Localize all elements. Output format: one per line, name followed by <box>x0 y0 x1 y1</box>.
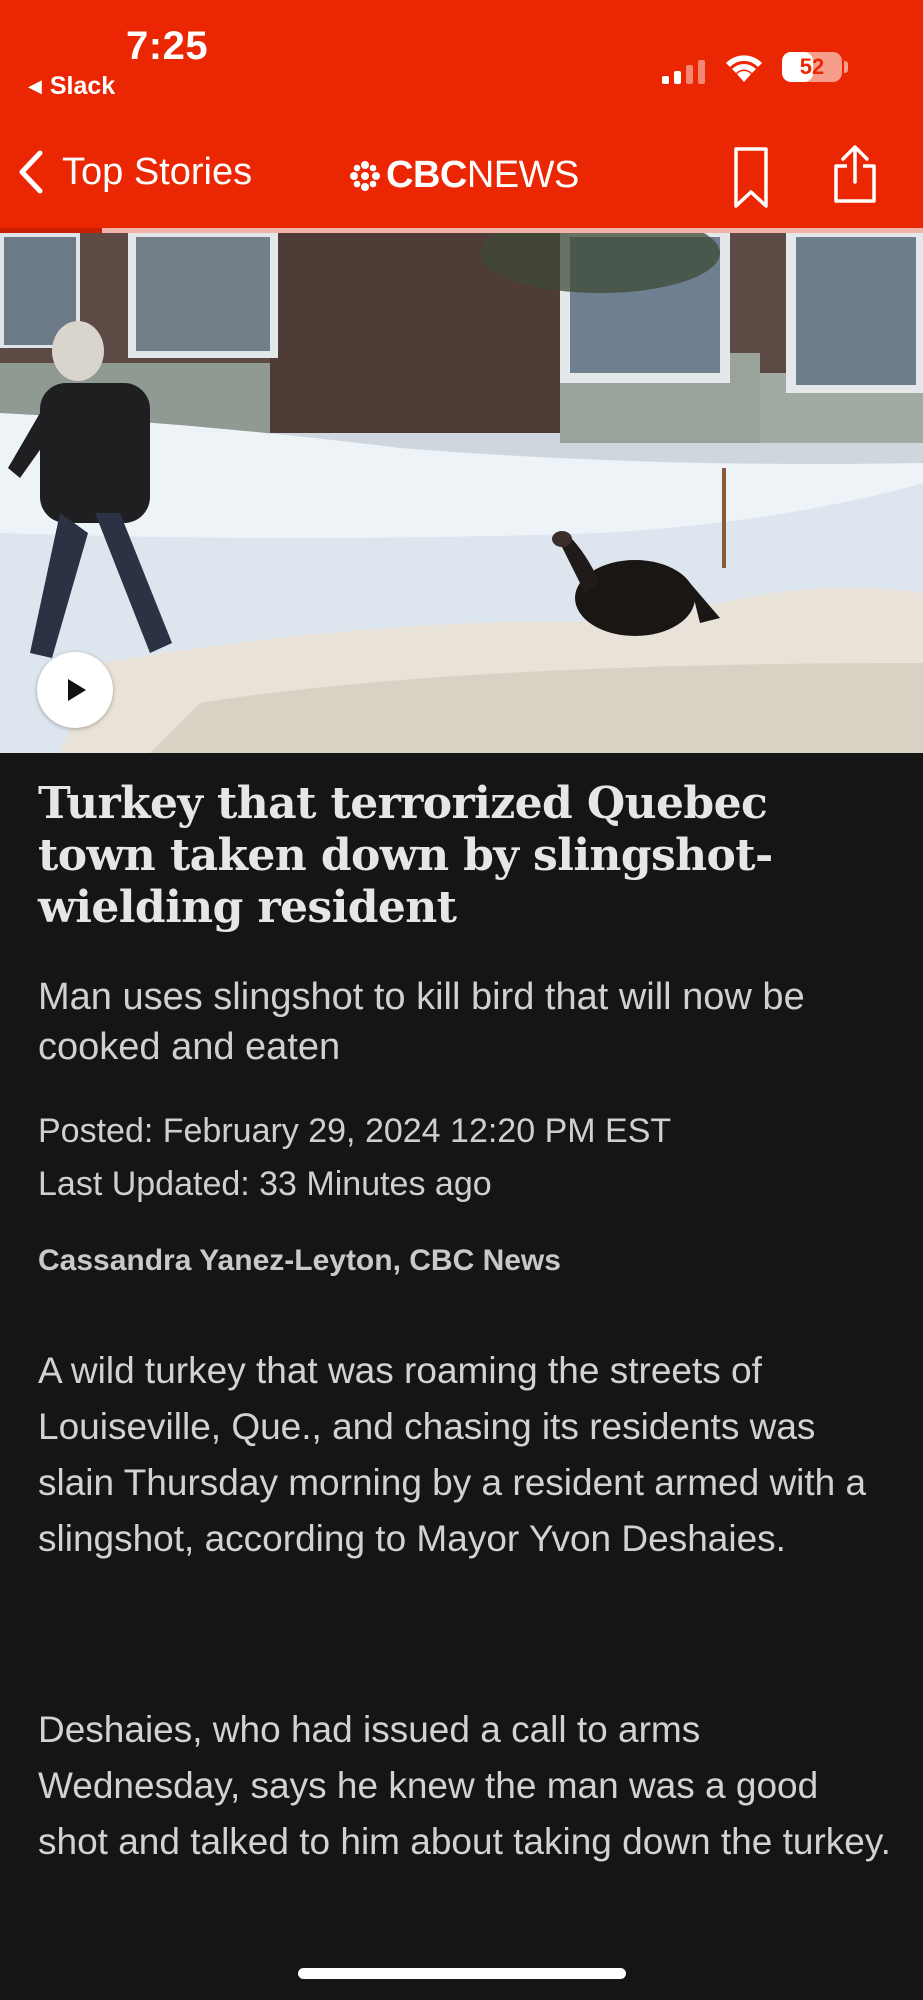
back-app-label: Slack <box>49 72 116 100</box>
play-icon <box>68 679 86 701</box>
app-header: 7:25 ◀ Slack 52 Top Stories CBCNEWS <box>0 0 923 228</box>
status-time: 7:25 <box>126 24 209 68</box>
logo-cbc: CBC <box>386 154 467 196</box>
article-video-thumbnail[interactable] <box>0 233 923 753</box>
hero-photo <box>0 233 923 753</box>
article-headline: Turkey that terrorized Quebec town taken… <box>38 778 773 933</box>
bookmark-icon[interactable] <box>733 146 769 210</box>
posted-date: Posted: February 29, 2024 12:20 PM EST <box>38 1112 672 1150</box>
battery-percent: 52 <box>799 54 825 79</box>
cellular-signal-icon <box>662 60 705 84</box>
article-meta: Posted: February 29, 2024 12:20 PM EST L… <box>38 1105 898 1211</box>
logo-news: NEWS <box>466 154 580 196</box>
article-paragraph-2: Deshaies, who had issued a call to arms … <box>38 1709 891 1862</box>
back-to-app-link[interactable]: ◀ Slack <box>28 72 115 101</box>
cbc-news-logo: CBCNEWS <box>350 154 579 197</box>
back-button-label: Top Stories <box>62 150 253 193</box>
last-updated: Last Updated: 33 Minutes ago <box>38 1165 492 1203</box>
article-dek: Man uses slingshot to kill bird that wil… <box>38 976 805 1068</box>
article-byline: Cassandra Yanez-Leyton, CBC News <box>38 1244 561 1277</box>
play-video-button[interactable] <box>37 652 113 728</box>
chevron-left-icon <box>19 150 43 194</box>
home-indicator[interactable] <box>298 1968 626 1979</box>
back-button[interactable]: Top Stories <box>18 150 252 194</box>
article-paragraph-1: A wild turkey that was roaming the stree… <box>38 1350 867 1559</box>
wifi-icon <box>726 55 762 82</box>
cbc-gem-icon <box>350 160 380 191</box>
share-icon[interactable] <box>830 144 880 204</box>
back-triangle-icon: ◀ <box>28 76 42 96</box>
battery-icon: 52 <box>782 52 842 82</box>
battery-nub <box>844 61 848 73</box>
